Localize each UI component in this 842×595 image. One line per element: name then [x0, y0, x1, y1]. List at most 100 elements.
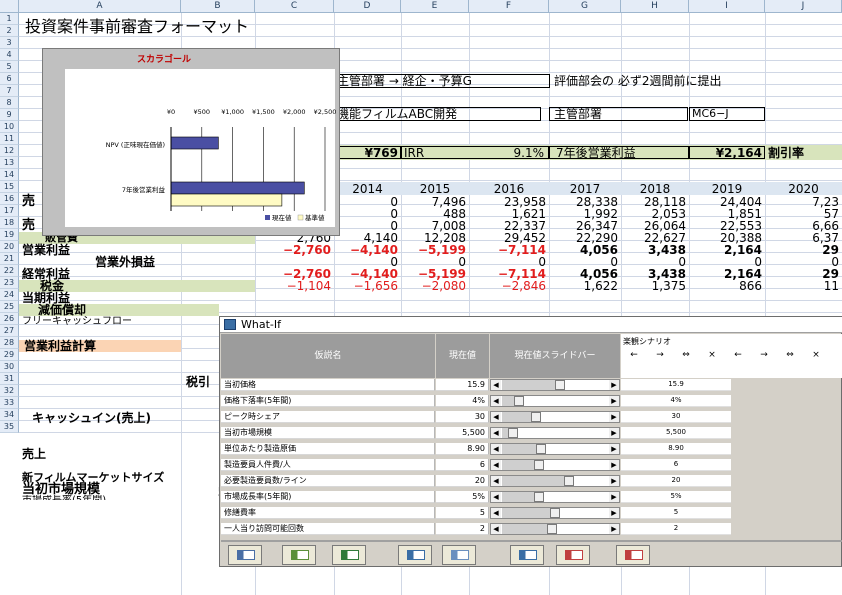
row-header[interactable]: 33	[0, 397, 19, 409]
line-chart-icon[interactable]	[282, 545, 316, 565]
value-slider[interactable]: ◀ ▶	[490, 395, 620, 407]
row-header[interactable]: 17	[0, 205, 19, 217]
scenario-button[interactable]: ×	[805, 349, 827, 361]
current-value[interactable]: 15.9	[436, 379, 489, 391]
row-header[interactable]: 14	[0, 169, 19, 181]
row-header[interactable]: 13	[0, 157, 19, 169]
col-header-f[interactable]: F	[469, 0, 549, 13]
value-slider[interactable]: ◀ ▶	[490, 523, 620, 535]
row-header[interactable]: 34	[0, 409, 19, 421]
row-header[interactable]: 23	[0, 277, 19, 289]
col-header-c[interactable]: C	[255, 0, 334, 13]
slider-thumb[interactable]	[533, 492, 544, 502]
value-slider[interactable]: ◀ ▶	[490, 411, 620, 423]
row-header[interactable]: 7	[0, 85, 19, 97]
row-header[interactable]: 21	[0, 253, 19, 265]
row-header[interactable]: 2	[0, 25, 19, 37]
slider-right-arrow-icon[interactable]: ▶	[609, 380, 619, 390]
row-header[interactable]: 32	[0, 385, 19, 397]
scalar-goal-chart[interactable]: スカラゴール ¥0 ¥500 ¥1,000 ¥1,500 ¥2,000 ¥2,500 NPV …	[42, 48, 340, 236]
whatif-window[interactable]: What-If 仮説名 現在値 現在値スライドバー 楽観シナリオ ← → ⇔ × ← → ⇔…	[219, 316, 842, 567]
sort-icon[interactable]	[556, 545, 590, 565]
scenario-button[interactable]: ⇔	[675, 349, 697, 361]
row-header[interactable]: 8	[0, 97, 19, 109]
book-icon[interactable]	[510, 545, 544, 565]
slider-thumb[interactable]	[547, 524, 558, 534]
value-slider[interactable]: ◀ ▶	[490, 379, 620, 391]
grid-dots-icon[interactable]	[442, 545, 476, 565]
slider-thumb[interactable]	[564, 476, 575, 486]
scenario-button[interactable]: →	[753, 349, 775, 361]
slider-right-arrow-icon[interactable]: ▶	[609, 524, 619, 534]
scenario-button[interactable]: ←	[727, 349, 749, 361]
current-value[interactable]: 2	[436, 523, 489, 535]
current-value[interactable]: 20	[436, 475, 489, 487]
slider-right-arrow-icon[interactable]: ▶	[609, 428, 619, 438]
slider-thumb[interactable]	[550, 508, 560, 518]
slider-left-arrow-icon[interactable]: ◀	[491, 428, 501, 438]
slider-left-arrow-icon[interactable]: ◀	[491, 444, 501, 454]
row-header[interactable]: 22	[0, 265, 19, 277]
scenario-button[interactable]: →	[649, 349, 671, 361]
slider-left-arrow-icon[interactable]: ◀	[491, 508, 501, 518]
slider-right-arrow-icon[interactable]: ▶	[609, 460, 619, 470]
value-slider[interactable]: ◀ ▶	[490, 443, 620, 455]
slider-right-arrow-icon[interactable]: ▶	[609, 412, 619, 422]
row-header[interactable]: 35	[0, 421, 19, 433]
slider-thumb[interactable]	[507, 428, 518, 438]
row-header[interactable]: 25	[0, 301, 19, 313]
col-header-j[interactable]: J	[765, 0, 842, 13]
row-header[interactable]: 26	[0, 313, 19, 325]
slider-left-arrow-icon[interactable]: ◀	[491, 460, 501, 470]
col-header-g[interactable]: G	[549, 0, 621, 13]
row-header[interactable]: 19	[0, 229, 19, 241]
value-slider[interactable]: ◀ ▶	[490, 459, 620, 471]
select-all-corner[interactable]	[0, 0, 19, 13]
current-value[interactable]: 5	[436, 507, 489, 519]
current-value[interactable]: 4%	[436, 395, 489, 407]
slider-right-arrow-icon[interactable]: ▶	[609, 396, 619, 406]
current-value[interactable]: 5,500	[436, 427, 489, 439]
scenario-button[interactable]: ⇔	[779, 349, 801, 361]
slider-left-arrow-icon[interactable]: ◀	[491, 380, 501, 390]
row-header[interactable]: 9	[0, 109, 19, 121]
row-header[interactable]: 5	[0, 61, 19, 73]
slider-thumb[interactable]	[554, 380, 565, 390]
slider-left-arrow-icon[interactable]: ◀	[491, 412, 501, 422]
row-header[interactable]: 15	[0, 181, 19, 193]
row-header[interactable]: 29	[0, 349, 19, 361]
current-value[interactable]: 30	[436, 411, 489, 423]
row-header[interactable]: 4	[0, 49, 19, 61]
value-slider[interactable]: ◀ ▶	[490, 507, 620, 519]
col-header-d[interactable]: D	[334, 0, 401, 13]
col-header-a[interactable]: A	[19, 0, 181, 13]
area-chart-icon[interactable]	[332, 545, 366, 565]
grid-icon[interactable]	[398, 545, 432, 565]
row-header[interactable]: 12	[0, 145, 19, 157]
scenario-button[interactable]: ×	[701, 349, 723, 361]
row-header[interactable]: 1	[0, 13, 19, 25]
slider-right-arrow-icon[interactable]: ▶	[609, 508, 619, 518]
row-header[interactable]: 6	[0, 73, 19, 85]
row-header[interactable]: 16	[0, 193, 19, 205]
row-header[interactable]: 3	[0, 37, 19, 49]
col-header-i[interactable]: I	[689, 0, 765, 13]
slider-thumb[interactable]	[513, 396, 524, 406]
slider-left-arrow-icon[interactable]: ◀	[491, 492, 501, 502]
row-header[interactable]: 20	[0, 241, 19, 253]
row-header[interactable]: 31	[0, 373, 19, 385]
value-slider[interactable]: ◀ ▶	[490, 475, 620, 487]
whatif-titlebar[interactable]: What-If	[220, 317, 842, 333]
row-header[interactable]: 10	[0, 121, 19, 133]
slider-left-arrow-icon[interactable]: ◀	[491, 476, 501, 486]
col-header-h[interactable]: H	[621, 0, 689, 13]
slider-right-arrow-icon[interactable]: ▶	[609, 492, 619, 502]
scenario-button[interactable]: ←	[623, 349, 645, 361]
row-header[interactable]: 27	[0, 325, 19, 337]
current-value[interactable]: 8.90	[436, 443, 489, 455]
current-value[interactable]: 6	[436, 459, 489, 471]
calc-icon[interactable]	[616, 545, 650, 565]
slider-right-arrow-icon[interactable]: ▶	[609, 444, 619, 454]
col-header-b[interactable]: B	[181, 0, 255, 13]
row-header[interactable]: 11	[0, 133, 19, 145]
